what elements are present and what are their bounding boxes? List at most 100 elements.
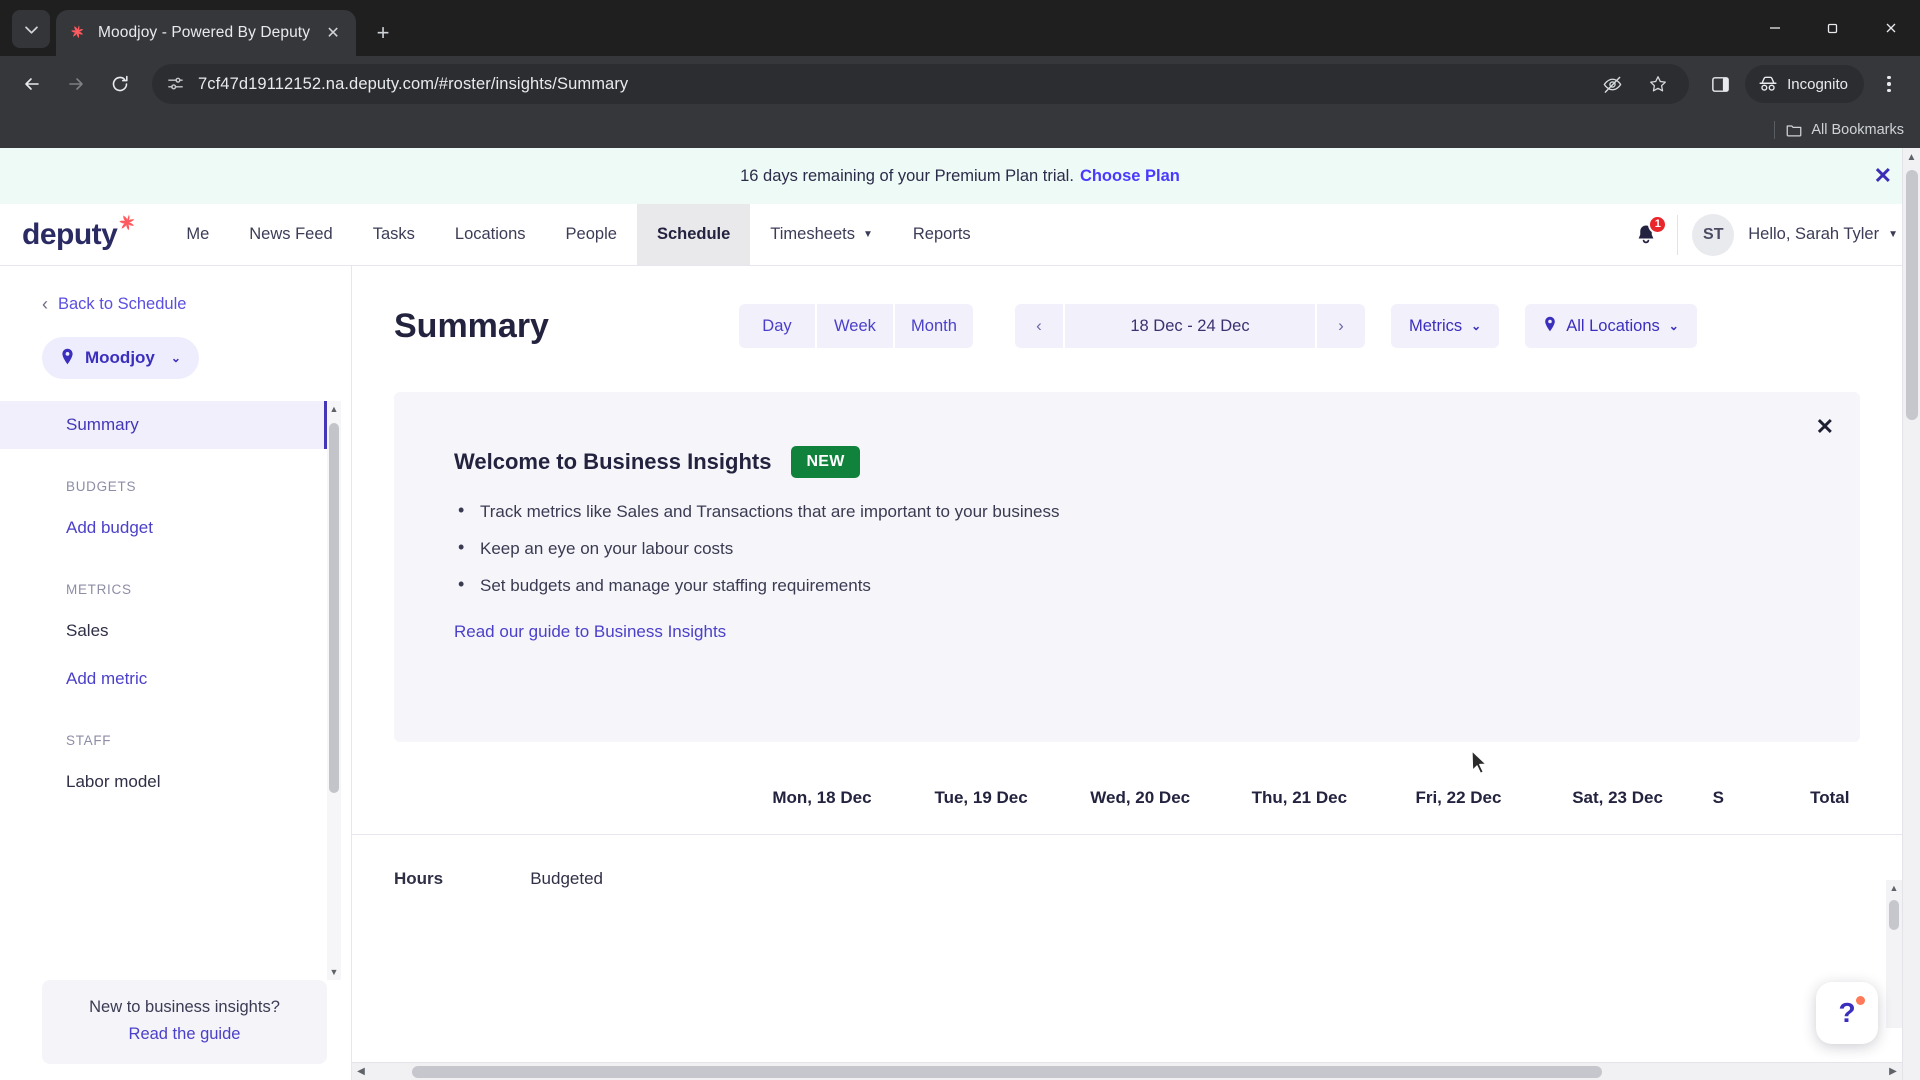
notification-count-badge: 1 xyxy=(1648,214,1668,234)
tune-icon[interactable] xyxy=(166,74,186,94)
table-cell[interactable] xyxy=(742,835,901,924)
horizontal-scroll-thumb[interactable] xyxy=(412,1066,1602,1078)
date-range-label[interactable]: 18 Dec - 24 Dec xyxy=(1064,304,1315,348)
view-mode-week[interactable]: Week xyxy=(816,304,895,348)
scroll-right-icon[interactable]: ▶ xyxy=(1884,1066,1902,1077)
tab-search-button[interactable] xyxy=(12,10,50,48)
side-panel-icon[interactable] xyxy=(1701,65,1739,103)
table-inner-scroll-thumb[interactable] xyxy=(1889,900,1899,930)
url-text[interactable]: 7cf47d19112152.na.deputy.com/#roster/ins… xyxy=(198,75,1583,94)
incognito-indicator[interactable]: Incognito xyxy=(1745,65,1864,103)
table-column-header: Fri, 22 Dec xyxy=(1415,788,1502,807)
choose-plan-link[interactable]: Choose Plan xyxy=(1080,167,1180,186)
scroll-up-icon[interactable]: ▲ xyxy=(1890,880,1899,896)
summary-toolbar: Summary Day Week Month ‹ 18 Dec - 24 Dec ›… xyxy=(352,266,1920,348)
nav-item-me[interactable]: Me xyxy=(166,204,229,265)
nav-item-timesheets[interactable]: Timesheets ▼ xyxy=(750,204,893,265)
date-range-switch: ‹ 18 Dec - 24 Dec › xyxy=(1014,304,1365,348)
nav-item-news-feed[interactable]: News Feed xyxy=(229,204,352,265)
maximize-button[interactable] xyxy=(1804,0,1862,56)
page-horizontal-scrollbar[interactable]: ◀ ▶ xyxy=(352,1062,1902,1080)
toolbar-right-actions: Incognito xyxy=(1701,65,1908,103)
bookmarks-bar: All Bookmarks xyxy=(0,112,1920,148)
help-notification-dot xyxy=(1856,996,1865,1005)
table-cell[interactable] xyxy=(1061,835,1220,924)
locations-filter-button[interactable]: All Locations ⌄ xyxy=(1525,304,1697,348)
deputy-logo[interactable]: deputy xyxy=(0,204,166,265)
view-mode-day[interactable]: Day xyxy=(738,304,817,348)
back-button[interactable] xyxy=(12,64,52,104)
close-window-button[interactable] xyxy=(1862,0,1920,56)
view-mode-month[interactable]: Month xyxy=(894,304,973,348)
scroll-up-icon[interactable]: ▲ xyxy=(1907,148,1917,167)
back-to-schedule-link[interactable]: ‹ Back to Schedule xyxy=(0,266,351,315)
three-dots-vertical-icon[interactable] xyxy=(1870,65,1908,103)
chevron-left-icon: ‹ xyxy=(42,294,48,314)
address-bar[interactable]: 7cf47d19112152.na.deputy.com/#roster/ins… xyxy=(152,64,1690,104)
chevron-down-icon: ⌄ xyxy=(1471,319,1482,333)
browser-tab[interactable]: Moodjoy - Powered By Deputy ✕ xyxy=(56,10,357,56)
scroll-up-icon[interactable]: ▲ xyxy=(330,401,339,417)
nav-item-reports[interactable]: Reports xyxy=(893,204,991,265)
minimize-button[interactable] xyxy=(1746,0,1804,56)
read-the-guide-link[interactable]: Read the guide xyxy=(52,1025,317,1044)
sidebar-item-add-budget[interactable]: Add budget xyxy=(0,504,351,552)
business-insights-guide-link[interactable]: Read our guide to Business Insights xyxy=(454,622,1860,642)
table-row-group: Hours xyxy=(394,869,444,888)
eye-crossed-icon[interactable] xyxy=(1595,67,1629,101)
sidebar-item-sales[interactable]: Sales xyxy=(0,607,351,655)
chevron-down-icon: ⌄ xyxy=(1668,319,1679,333)
tab-close-icon[interactable]: ✕ xyxy=(320,20,346,46)
sidebar-section-metrics: METRICS xyxy=(66,582,132,597)
table-cell[interactable] xyxy=(1697,835,1739,924)
horizontal-scroll-track[interactable] xyxy=(370,1063,1884,1080)
welcome-card: ✕ Welcome to Business Insights NEW Track… xyxy=(394,392,1860,742)
summary-table-body: Hours Budgeted xyxy=(352,834,1920,924)
table-column-header: Sat, 23 Dec xyxy=(1572,788,1663,807)
banner-close-icon[interactable]: ✕ xyxy=(1874,163,1892,189)
page-vertical-scrollbar[interactable]: ▲ xyxy=(1902,148,1920,1080)
reload-button[interactable] xyxy=(100,64,140,104)
table-row: Hours Budgeted xyxy=(352,834,1920,924)
sidebar-scroll-thumb[interactable] xyxy=(329,423,339,793)
sidebar-scrollbar[interactable]: ▲ ▼ xyxy=(327,401,341,980)
new-tab-button[interactable]: + xyxy=(366,16,400,50)
folder-icon xyxy=(1786,125,1802,137)
trial-banner: 16 days remaining of your Premium Plan t… xyxy=(0,148,1920,204)
next-period-button[interactable]: › xyxy=(1314,304,1365,348)
metrics-button[interactable]: Metrics ⌄ xyxy=(1390,304,1500,348)
notifications-button[interactable]: 1 xyxy=(1629,214,1668,252)
nav-item-label: Schedule xyxy=(656,225,731,243)
nav-item-people[interactable]: People xyxy=(546,204,637,265)
nav-item-schedule[interactable]: Schedule xyxy=(636,204,751,265)
location-selector[interactable]: Moodjoy ⌄ xyxy=(42,337,199,379)
table-cell[interactable] xyxy=(1220,835,1379,924)
nav-item-locations[interactable]: Locations xyxy=(435,204,546,265)
page-vertical-scroll-thumb[interactable] xyxy=(1906,170,1918,420)
table-cell[interactable] xyxy=(902,835,1061,924)
bookmark-star-icon[interactable] xyxy=(1641,67,1675,101)
chevron-down-icon: ▼ xyxy=(1888,229,1898,240)
scroll-left-icon[interactable]: ◀ xyxy=(352,1066,370,1077)
nav-item-label: Locations xyxy=(454,225,526,243)
sidebar-item-summary[interactable]: Summary xyxy=(0,401,327,449)
avatar[interactable]: ST xyxy=(1692,213,1735,256)
help-button[interactable]: ? xyxy=(1816,982,1878,1044)
scroll-down-icon[interactable]: ▼ xyxy=(330,964,339,980)
table-cell[interactable] xyxy=(1538,835,1697,924)
welcome-bullet: Set budgets and manage your staffing req… xyxy=(458,574,1860,596)
all-bookmarks-button[interactable]: All Bookmarks xyxy=(1785,121,1904,139)
deputy-nav-items: Me News Feed Tasks Locations People Schedule T… xyxy=(166,204,990,265)
bookmarks-divider xyxy=(1774,121,1776,139)
chevron-down-icon: ⌄ xyxy=(170,351,181,365)
sidebar-item-labor-model[interactable]: Labor model xyxy=(0,758,351,806)
nav-item-tasks[interactable]: Tasks xyxy=(353,204,435,265)
previous-period-button[interactable]: ‹ xyxy=(1014,304,1065,348)
sidebar-item-add-metric[interactable]: Add metric xyxy=(0,655,351,703)
table-cell[interactable] xyxy=(1379,835,1538,924)
forward-button[interactable] xyxy=(56,64,96,104)
sidebar-scroll-track[interactable] xyxy=(327,417,341,964)
user-menu[interactable]: Hello, Sarah Tyler ▼ xyxy=(1748,225,1898,244)
table-inner-scrollbar[interactable]: ▲ xyxy=(1886,880,1902,1028)
welcome-card-close-icon[interactable]: ✕ xyxy=(1816,414,1834,440)
